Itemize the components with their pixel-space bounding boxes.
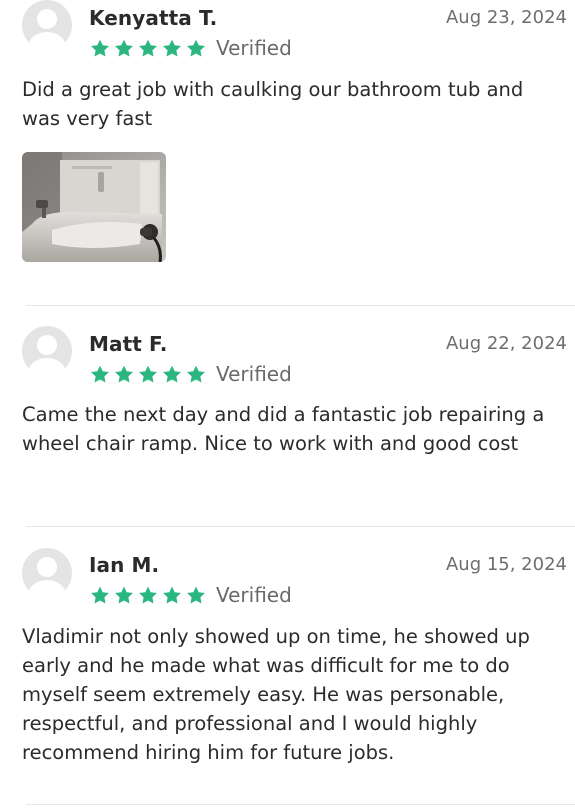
reviewer-name[interactable]: Matt F.	[89, 332, 168, 356]
star-icon	[163, 365, 181, 382]
avatar-icon[interactable]	[22, 326, 72, 376]
star-icon	[91, 365, 109, 382]
rating-row: Verified	[89, 583, 292, 607]
review-divider	[26, 804, 575, 805]
review-text: Came the next day and did a fantastic jo…	[22, 403, 545, 455]
review-text: Did a great job with caulking our bathro…	[22, 78, 524, 130]
star-rating	[89, 364, 207, 385]
star-icon	[115, 365, 133, 382]
star-rating	[89, 585, 207, 606]
star-icon	[187, 586, 205, 603]
star-icon	[139, 586, 157, 603]
review-divider	[26, 526, 575, 527]
star-rating	[89, 38, 207, 59]
review-text: Vladimir not only showed up on time, he …	[22, 625, 530, 764]
star-icon	[139, 39, 157, 56]
review-date: Aug 15, 2024	[445, 554, 567, 575]
avatar-icon[interactable]	[22, 0, 72, 50]
reviewer-name[interactable]: Ian M.	[89, 553, 159, 577]
star-icon	[91, 39, 109, 56]
rating-row: Verified	[89, 36, 292, 60]
star-icon	[115, 39, 133, 56]
review-date: Aug 22, 2024	[445, 333, 567, 354]
star-icon	[163, 586, 181, 603]
verified-label: Verified	[216, 583, 292, 607]
star-icon	[163, 39, 181, 56]
avatar-icon[interactable]	[22, 548, 72, 598]
review-divider	[26, 305, 575, 306]
star-icon	[91, 586, 109, 603]
star-icon	[115, 586, 133, 603]
star-icon	[139, 365, 157, 382]
star-icon	[187, 365, 205, 382]
verified-label: Verified	[216, 362, 292, 386]
review-photo[interactable]	[22, 152, 166, 262]
reviewer-name[interactable]: Kenyatta T.	[89, 6, 217, 30]
rating-row: Verified	[89, 362, 292, 386]
verified-label: Verified	[216, 36, 292, 60]
bathtub-photo	[22, 152, 166, 262]
review-date: Aug 23, 2024	[445, 7, 567, 28]
star-icon	[187, 39, 205, 56]
